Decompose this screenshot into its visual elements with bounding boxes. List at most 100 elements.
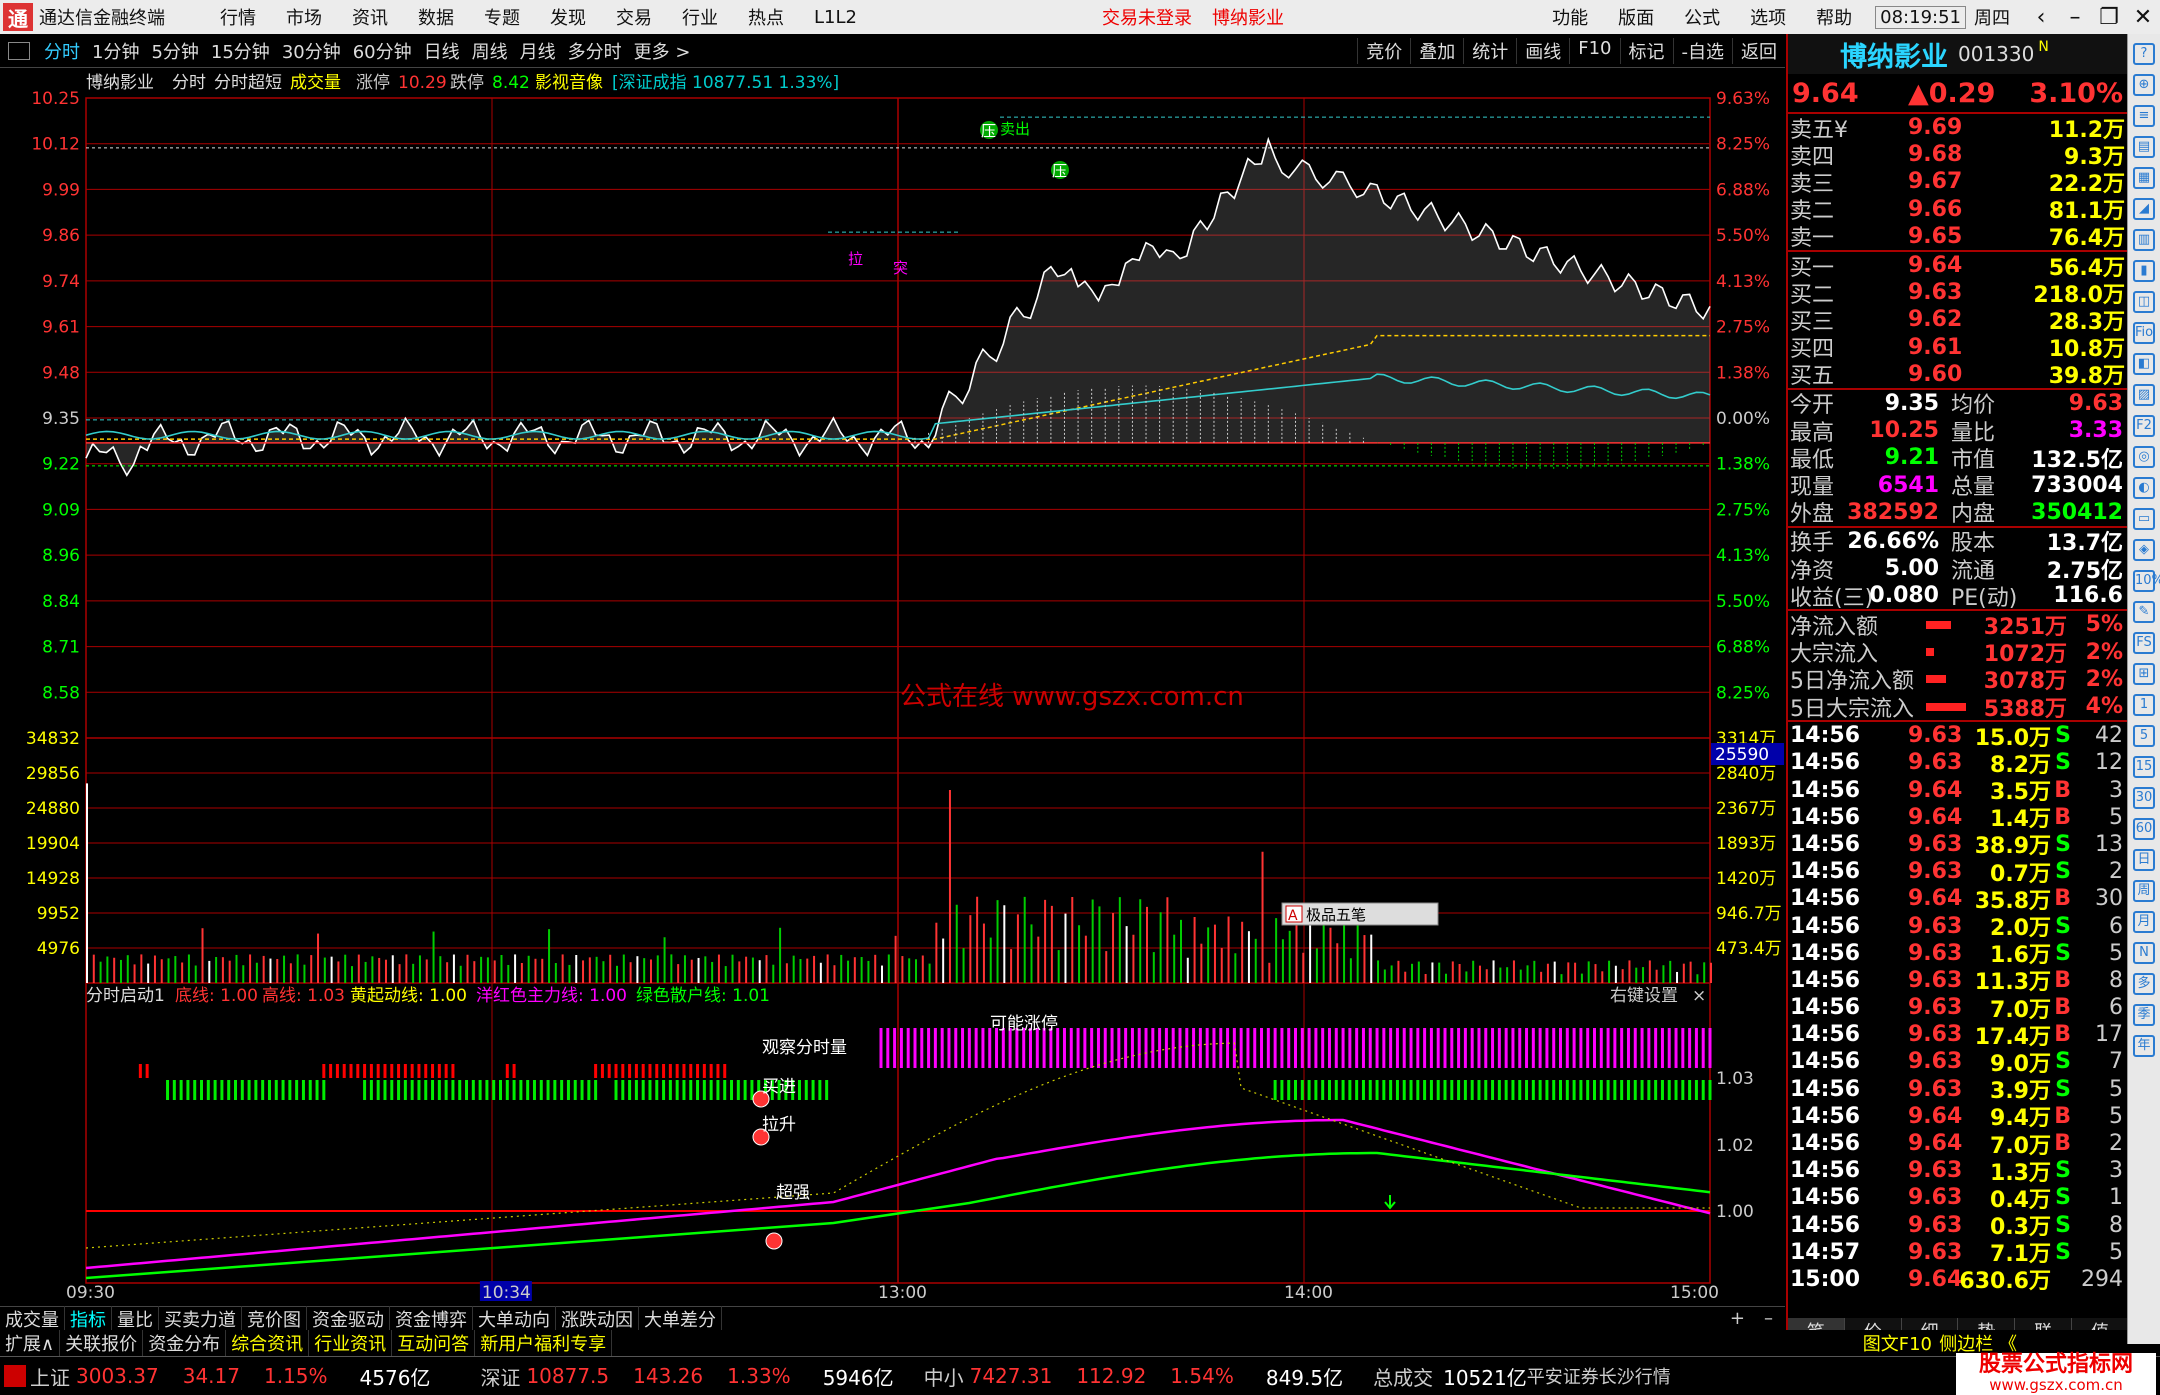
sidebar-tool-icon[interactable]: ◫ (2133, 291, 2155, 313)
ime-pad[interactable]: A 极品五笔 (1281, 902, 1439, 926)
sh-name[interactable]: 上证 (30, 1362, 70, 1391)
period-week[interactable]: 周线 (466, 38, 514, 64)
panel-toggle-icon[interactable] (8, 41, 30, 60)
period-30min[interactable]: 30分钟 (276, 38, 347, 64)
period-intraday[interactable]: 分时 (38, 38, 86, 64)
sidebar-tool-icon[interactable]: 60 (2133, 818, 2155, 840)
back-icon[interactable]: ‹ (2024, 5, 2058, 30)
menu-formula[interactable]: 公式 (1684, 4, 1720, 30)
menu-options[interactable]: 选项 (1750, 4, 1786, 30)
menu-topic[interactable]: 专题 (484, 4, 520, 30)
indicator-tab[interactable]: 指标 (65, 1305, 112, 1332)
menu-help[interactable]: 帮助 (1816, 4, 1852, 30)
ask-row[interactable]: 卖二 9.66 81.1万 (1788, 196, 2127, 225)
period-1min[interactable]: 1分钟 (86, 38, 145, 64)
indicator-tab[interactable]: 大单动向 (473, 1305, 556, 1332)
sidebar-tool-icon[interactable]: ▦ (2133, 167, 2155, 189)
sidebar-tool-icon[interactable]: ▭ (2133, 508, 2155, 530)
sidebar-tool-icon[interactable]: N (2133, 942, 2155, 964)
sidebar-tool-icon[interactable]: ▥ (2133, 229, 2155, 251)
indicator-tab[interactable]: 涨跌动因 (556, 1305, 639, 1332)
period-month[interactable]: 月线 (514, 38, 562, 64)
sidebar-tool-icon[interactable]: 1 (2133, 694, 2155, 716)
minimize-icon[interactable]: – (2058, 5, 2092, 30)
tool-overlay[interactable]: 叠加 (1410, 37, 1463, 64)
indicator-tab[interactable]: 大单差分 (639, 1305, 722, 1332)
period-multi[interactable]: 多分时 (562, 38, 628, 64)
tool-watchlist[interactable]: -自选 (1672, 37, 1733, 64)
period-more[interactable]: 更多 > (628, 38, 697, 64)
menu-l1l2[interactable]: L1L2 (814, 7, 857, 28)
tool-auction[interactable]: 竞价 (1357, 37, 1410, 64)
tool-f10[interactable]: F10 (1569, 37, 1619, 64)
remove-tab-icon[interactable]: – (1764, 1308, 1773, 1329)
sidebar-tool-icon[interactable]: 5 (2133, 725, 2155, 747)
sidebar-tool-icon[interactable]: 年 (2133, 1035, 2155, 1057)
bid-row[interactable]: 买三 9.62 28.3万 (1788, 306, 2127, 335)
sidebar-tool-icon[interactable]: ◢ (2133, 198, 2155, 220)
sidebar-tool-icon[interactable]: FS (2133, 632, 2155, 654)
intraday-chart[interactable]: 10.25 10.12 9.99 9.86 9.74 9.61 9.48 9.35 9.22 9.… (0, 68, 1786, 1306)
sidebar-tool-icon[interactable]: ≡ (2133, 105, 2155, 127)
sidebar-tool-icon[interactable]: ◈ (2133, 539, 2155, 561)
menu-data[interactable]: 数据 (418, 4, 454, 30)
sz-name[interactable]: 深证 (480, 1362, 520, 1391)
ext-tab[interactable]: 资金分布 (143, 1330, 227, 1356)
sidebar-tool-icon[interactable]: 多 (2133, 973, 2155, 995)
sidebar-tool-icon[interactable]: ▨ (2133, 384, 2155, 406)
close-icon[interactable]: ✕ (2126, 5, 2160, 30)
ask-row[interactable]: 卖五¥ 9.69 11.2万 (1788, 114, 2127, 143)
sidebar-tool-icon[interactable]: ◎ (2133, 446, 2155, 468)
period-15min[interactable]: 15分钟 (205, 38, 276, 64)
indicator-tab[interactable]: 资金博弈 (390, 1305, 473, 1332)
tool-back[interactable]: 返回 (1732, 37, 1785, 64)
menu-hot[interactable]: 热点 (748, 4, 784, 30)
sidebar-tool-icon[interactable]: ⊞ (2133, 663, 2155, 685)
bid-row[interactable]: 买二 9.63 218.0万 (1788, 279, 2127, 308)
menu-function[interactable]: 功能 (1552, 4, 1588, 30)
menu-industry[interactable]: 行业 (682, 4, 718, 30)
ext-tab[interactable]: 新用户福利专享 (475, 1330, 613, 1356)
sidebar-tool-icon[interactable]: ◐ (2133, 477, 2155, 499)
sidebar-tool-icon[interactable]: ▮ (2133, 260, 2155, 282)
tool-draw[interactable]: 画线 (1516, 37, 1569, 64)
ext-tab[interactable]: 扩展∧ (0, 1330, 61, 1356)
ask-row[interactable]: 卖三 9.67 22.2万 (1788, 168, 2127, 197)
sidebar-tool-icon[interactable]: ▤ (2133, 136, 2155, 158)
ext-tab[interactable]: 行业资讯 (309, 1330, 393, 1356)
restore-icon[interactable]: ❐ (2092, 5, 2126, 30)
indicator-tab[interactable]: 买卖力道 (159, 1305, 242, 1332)
sidebar-tool-icon[interactable]: 周 (2133, 880, 2155, 902)
period-day[interactable]: 日线 (418, 38, 466, 64)
ask-row[interactable]: 卖一 9.65 76.4万 (1788, 223, 2127, 252)
add-tab-icon[interactable]: + (1730, 1308, 1745, 1329)
bid-row[interactable]: 买一 9.64 56.4万 (1788, 252, 2127, 281)
sidebar-tool-icon[interactable]: Fio (2133, 322, 2155, 344)
ext-right[interactable]: 图文F10 (1863, 1330, 1932, 1356)
sidebar-tool-icon[interactable]: F2 (2133, 415, 2155, 437)
login-notice[interactable]: 交易未登录 (1102, 4, 1192, 30)
indicator-tab[interactable]: 成交量 (0, 1305, 65, 1332)
sidebar-tool-icon[interactable]: ✎ (2133, 601, 2155, 623)
zx-name[interactable]: 中小 (924, 1362, 964, 1391)
period-5min[interactable]: 5分钟 (145, 38, 204, 64)
menu-layout[interactable]: 版面 (1618, 4, 1654, 30)
tool-stats[interactable]: 统计 (1463, 37, 1516, 64)
sidebar-tool-icon[interactable]: ◧ (2133, 353, 2155, 375)
sidebar-tool-icon[interactable]: 30 (2133, 787, 2155, 809)
sidebar-tool-icon[interactable]: ? (2133, 43, 2155, 65)
ext-tab[interactable]: 互动问答 (392, 1330, 476, 1356)
sidebar-tool-icon[interactable]: 15 (2133, 756, 2155, 778)
indicator-tab[interactable]: 竞价图 (242, 1305, 307, 1332)
bid-row[interactable]: 买四 9.61 10.8万 (1788, 334, 2127, 363)
menu-discover[interactable]: 发现 (550, 4, 586, 30)
indicator-tab[interactable]: 量比 (112, 1305, 159, 1332)
menu-news[interactable]: 资讯 (352, 4, 388, 30)
ext-tab[interactable]: 综合资讯 (226, 1330, 310, 1356)
tool-mark[interactable]: 标记 (1619, 37, 1673, 64)
sidebar-tool-icon[interactable]: 月 (2133, 911, 2155, 933)
ask-row[interactable]: 卖四 9.68 9.3万 (1788, 141, 2127, 170)
ext-tab[interactable]: 关联报价 (60, 1330, 144, 1356)
sidebar-tool-icon[interactable]: 10% (2133, 570, 2160, 592)
sidebar-tool-icon[interactable]: 日 (2133, 849, 2155, 871)
